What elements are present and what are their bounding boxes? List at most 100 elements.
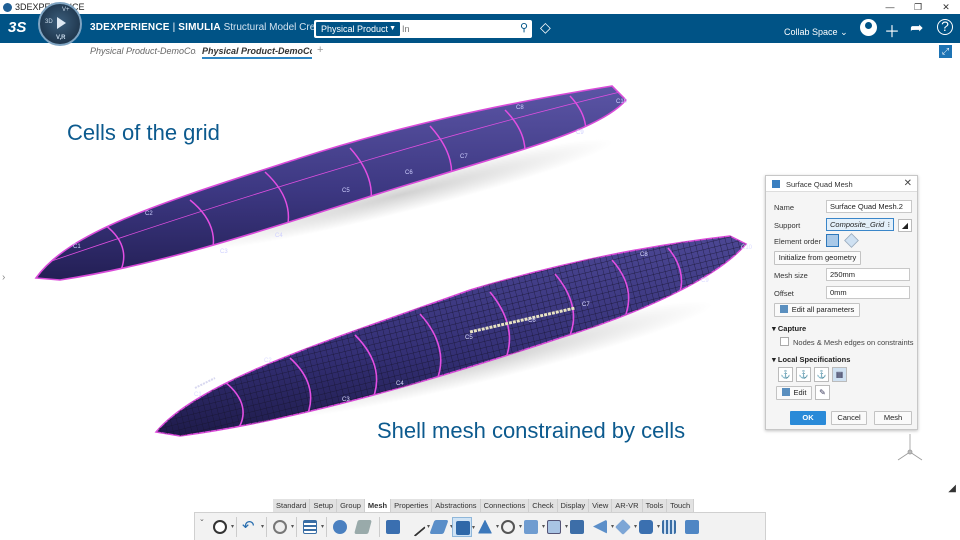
dialog-title-bar[interactable]: Surface Quad Mesh ✕ — [766, 176, 917, 192]
cancel-button[interactable]: Cancel — [831, 411, 867, 425]
hex-mesh-icon[interactable] — [521, 517, 545, 537]
shell-mesh-icon[interactable] — [429, 517, 453, 537]
mesh-transform-icon[interactable] — [613, 517, 637, 537]
mesh-spec-icon[interactable]: ▦ — [832, 367, 847, 382]
cell-label: C7 — [460, 154, 468, 160]
tab-properties[interactable]: Properties — [391, 499, 433, 512]
share-icon[interactable]: ➦ — [910, 18, 923, 38]
edit-params-icon — [779, 305, 788, 313]
name-field[interactable]: Surface Quad Mesh.2 — [826, 200, 912, 213]
axis-triad[interactable] — [897, 434, 923, 461]
mesh-edit-icon[interactable] — [590, 517, 614, 537]
edit-icon — [781, 388, 790, 396]
tab-connections[interactable]: Connections — [480, 499, 530, 512]
update-icon[interactable] — [270, 517, 294, 537]
local-specifications-section[interactable]: ▾ Local Specifications — [772, 355, 850, 364]
parabolic-order-icon[interactable] — [844, 233, 859, 248]
cell-label: C1 — [73, 244, 81, 250]
edit-all-parameters-button[interactable]: Edit all parameters — [774, 303, 860, 317]
tab-mesh[interactable]: Mesh — [364, 499, 392, 512]
chevron-right-icon[interactable]: › — [2, 272, 5, 283]
tab-display[interactable]: Display — [557, 499, 590, 512]
surface-quad-mesh-icon[interactable] — [452, 516, 475, 537]
mesh-grid — [156, 236, 746, 436]
cell-label: C2 — [145, 211, 153, 217]
tab-abstractions[interactable]: Abstractions — [432, 499, 481, 512]
support-field[interactable]: Composite_Grid ⁝ — [826, 218, 894, 231]
mesh-button[interactable]: Mesh — [874, 411, 912, 425]
tab-standard[interactable]: Standard — [273, 499, 311, 512]
search-input[interactable] — [402, 21, 512, 37]
cell-label: C4 — [396, 381, 404, 387]
ok-button[interactable]: OK — [790, 411, 826, 425]
initialize-from-geometry-button[interactable]: Initialize from geometry — [774, 251, 861, 265]
collab-space-label: Collab Space — [784, 27, 838, 37]
tab-tools[interactable]: Tools — [642, 499, 668, 512]
line-mesh-icon[interactable] — [406, 516, 430, 537]
mesh-cube-icon[interactable] — [682, 517, 702, 537]
tag-icon[interactable]: ◇ — [540, 19, 551, 36]
tab-setup[interactable]: Setup — [310, 499, 338, 512]
undo-icon[interactable]: ↶ — [240, 517, 264, 537]
anchor-edge-spec-icon[interactable]: ⚓ — [796, 367, 811, 382]
tab-physical-product-2[interactable]: Physical Product-DemoCom — [202, 46, 312, 59]
mesh-part-icon[interactable] — [330, 517, 350, 537]
help-icon[interactable]: ? — [937, 19, 953, 35]
add-tab-icon[interactable]: + — [317, 44, 323, 56]
connection-mesh-icon[interactable] — [636, 517, 660, 537]
collapse-toolbar-icon[interactable]: ⌄ — [199, 516, 207, 537]
document-tabs: Physical Product-DemoComp Physical Produ… — [0, 43, 960, 60]
eraser-icon[interactable]: ◢ — [898, 219, 912, 232]
spec-options-icon[interactable]: ✎ — [815, 385, 830, 400]
list-icon[interactable] — [300, 517, 324, 537]
tab-view[interactable]: View — [589, 499, 613, 512]
cell-label: C5 — [342, 188, 350, 194]
capture-checkbox[interactable] — [780, 337, 789, 346]
expand-icon[interactable]: ⤢ — [939, 45, 952, 58]
cell-label: C1 — [194, 392, 202, 398]
anchor-face-spec-icon[interactable]: ⚓ — [814, 367, 829, 382]
minimize-button[interactable]: — — [876, 0, 904, 14]
avatar[interactable] — [860, 19, 877, 36]
compass-widget[interactable]: V+ 3D V,R — [38, 2, 82, 46]
bottom-mesh-body[interactable]: C1 C2 C3 C4 C5 C6 C7 C8 C9 C10 — [140, 220, 760, 450]
offset-field[interactable]: 0mm — [826, 286, 910, 299]
ds-logo[interactable]: 3S — [8, 19, 26, 36]
mesh-grid-icon[interactable] — [659, 517, 679, 537]
edit-button[interactable]: Edit — [776, 386, 812, 400]
resize-grip-icon[interactable]: ◢ — [948, 483, 956, 494]
close-window-button[interactable]: ✕ — [932, 0, 960, 14]
surface-icon[interactable] — [383, 517, 403, 537]
action-toolbar: ⌄ ↶ — [194, 512, 766, 540]
tab-check[interactable]: Check — [529, 499, 558, 512]
capture-section[interactable]: ▾ Capture — [772, 324, 806, 333]
compass-v-label: V,R — [56, 35, 66, 41]
tab-ar-vr[interactable]: AR-VR — [612, 499, 643, 512]
mesh-tool-icon[interactable] — [353, 517, 373, 537]
mesh-check-icon[interactable] — [567, 517, 587, 537]
linear-order-icon[interactable] — [826, 234, 839, 247]
sweep-mesh-icon[interactable] — [498, 517, 522, 537]
mesh-size-field[interactable]: 250mm — [826, 268, 910, 281]
action-bar-tabs: Standard Setup Group Mesh Properties Abs… — [273, 499, 695, 512]
search-box[interactable]: Physical Product ▼ ⚲ — [314, 20, 532, 38]
anchor-spec-icon[interactable]: ⚓ — [778, 367, 793, 382]
play-icon[interactable] — [57, 17, 66, 29]
collab-space-selector[interactable]: Collab Space ⌄ — [784, 27, 848, 38]
tab-group[interactable]: Group — [337, 499, 365, 512]
top-cells-body[interactable]: C1 C2 C3 C4 C5 C6 C7 C8 C9 C10 — [34, 85, 628, 281]
close-icon[interactable]: ✕ — [904, 178, 912, 189]
search-icon[interactable]: ⚲ — [520, 21, 528, 34]
solid-mesh-icon[interactable] — [544, 517, 568, 537]
brand-title: 3DEXPERIENCE | SIMULIA Structural Model Cr… — [90, 22, 337, 33]
capture-section-label: Capture — [777, 324, 807, 333]
tab-physical-product-1[interactable]: Physical Product-DemoComp — [90, 46, 196, 56]
search-scope-dropdown[interactable]: Physical Product ▼ — [316, 22, 400, 36]
quad-mesh-icon — [772, 180, 780, 188]
chevron-down-icon: ⌄ — [840, 27, 848, 37]
tab-touch[interactable]: Touch — [667, 499, 695, 512]
restore-button[interactable]: ❐ — [904, 0, 932, 14]
tetra-mesh-icon[interactable] — [475, 517, 499, 537]
plus-icon[interactable]: ＋ — [884, 18, 900, 42]
zoom-icon[interactable] — [210, 517, 234, 537]
